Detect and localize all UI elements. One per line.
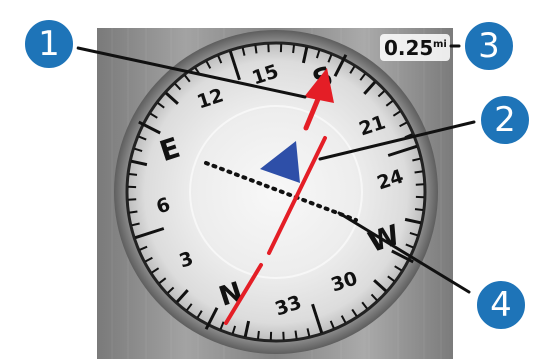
distance-value: 0.25 <box>384 36 433 60</box>
callout-3-label: 3 <box>478 26 500 66</box>
compass-diagram: N E S W 3 6 12 15 21 24 30 33 0.25 <box>0 0 546 359</box>
compass-screen: N E S W 3 6 12 15 21 24 30 33 0.25 <box>0 0 546 359</box>
compass-tick <box>293 45 294 53</box>
compass-tick <box>296 331 297 339</box>
compass-tick <box>415 209 423 210</box>
callout-4-label: 4 <box>490 285 512 325</box>
compass-tick <box>258 331 259 339</box>
callout-1-label: 1 <box>38 24 60 64</box>
distance-unit: mi <box>433 39 447 50</box>
distance-readout: 0.25 mi <box>380 34 450 61</box>
callout-2: 2 <box>479 94 531 146</box>
callout-2-label: 2 <box>494 100 516 140</box>
callout-3: 3 <box>463 20 515 72</box>
compass-tick <box>129 174 137 175</box>
callout-4: 4 <box>475 279 527 331</box>
compass-tick <box>255 45 256 53</box>
compass-tick <box>129 212 137 213</box>
callout-1: 1 <box>23 18 75 70</box>
compass-tick <box>415 171 423 172</box>
